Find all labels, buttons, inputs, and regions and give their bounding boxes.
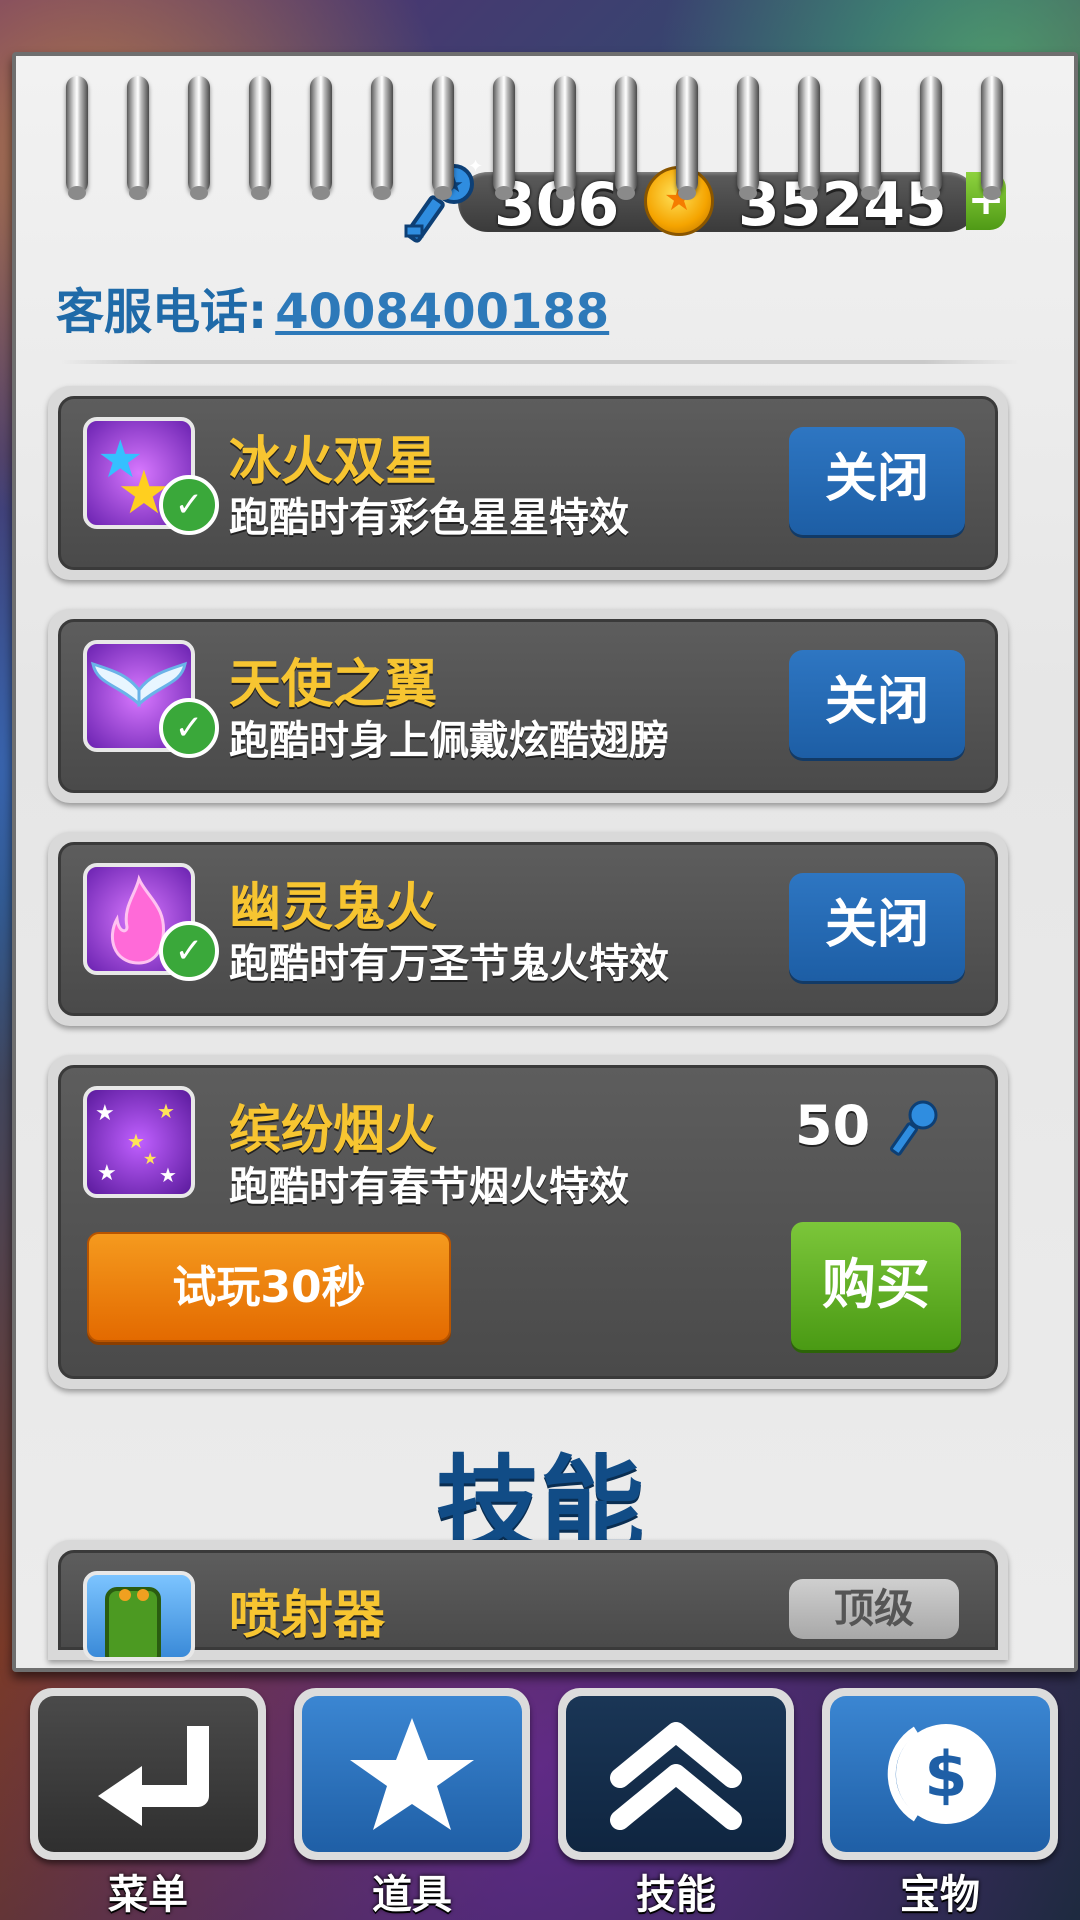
add-coins-button[interactable]: +	[966, 172, 1006, 230]
return-icon	[98, 1726, 209, 1826]
jetpack-icon	[83, 1571, 195, 1661]
svg-text:★: ★	[444, 173, 464, 198]
effect-description: 跑酷时身上佩戴炫酷翅膀	[229, 718, 669, 764]
nav-treasure-label: 宝物	[900, 1872, 980, 1918]
effect-card: ✓ 幽灵鬼火 跑酷时有万圣节鬼火特效 关闭	[48, 832, 1008, 1026]
svg-text:✦: ✦	[468, 160, 483, 177]
price-value: 50	[795, 1094, 871, 1157]
key-icon: ★ ✦	[404, 160, 483, 243]
nav-menu-label: 菜单	[108, 1872, 188, 1918]
effect-name: 冰火双星	[229, 432, 438, 492]
disable-effect-button[interactable]: 关闭	[789, 873, 965, 981]
coin-icon	[644, 166, 714, 236]
disable-effect-button[interactable]: 关闭	[789, 650, 965, 758]
effect-card: ✓ 天使之翼 跑酷时身上佩戴炫酷翅膀 关闭	[48, 609, 1008, 803]
star-icon	[350, 1718, 474, 1830]
nav-menu-button[interactable]	[30, 1688, 266, 1860]
skill-level-badge: 顶级	[789, 1579, 959, 1639]
chevron-up-icon	[610, 1722, 742, 1830]
buy-button[interactable]: 购买	[791, 1222, 961, 1350]
svg-text:★: ★	[159, 1163, 177, 1187]
svg-text:★: ★	[157, 1099, 175, 1123]
nav-treasure-button[interactable]: $	[822, 1688, 1058, 1860]
svg-text:★: ★	[97, 1161, 117, 1186]
currency-bar: ★ ✦ 306 35245 +	[404, 160, 1006, 243]
effect-name: 天使之翼	[229, 655, 438, 715]
effect-description: 跑酷时有春节烟火特效	[229, 1164, 629, 1210]
price: 50	[795, 1094, 941, 1159]
nav-skills-label: 技能	[636, 1872, 716, 1918]
effect-card: ★ ★ ★ ★ ★ ★ 缤纷烟火 跑酷时有春节烟火特效 50 试玩30秒 购买	[48, 1055, 1008, 1389]
svg-text:★: ★	[95, 1101, 115, 1126]
svg-text:★: ★	[143, 1149, 157, 1168]
effect-card: ★ ★ ✓ 冰火双星 跑酷时有彩色星星特效 关闭	[48, 386, 1008, 580]
dollar-icon: $	[887, 1724, 996, 1824]
svg-text:$: $	[924, 1738, 967, 1811]
customer-service-hotline: 客服电话: 4008400188	[56, 272, 609, 342]
skill-card: 喷射器 顶级	[48, 1540, 1008, 1661]
keys-count: 306	[494, 170, 620, 240]
nav-skills-button[interactable]	[558, 1688, 794, 1860]
owned-check-icon: ✓	[159, 921, 219, 981]
effect-name: 幽灵鬼火	[229, 878, 438, 938]
key-icon	[890, 1100, 938, 1157]
nav-items-button[interactable]	[294, 1688, 530, 1860]
effect-name: 缤纷烟火	[229, 1101, 438, 1161]
skill-name: 喷射器	[229, 1586, 386, 1646]
hotline-number-link[interactable]: 4008400188	[275, 284, 609, 340]
owned-check-icon: ✓	[159, 475, 219, 535]
coins-count: 35245	[738, 170, 947, 240]
disable-effect-button[interactable]: 关闭	[789, 427, 965, 535]
effect-description: 跑酷时有万圣节鬼火特效	[229, 941, 669, 987]
nav-items-label: 道具	[372, 1872, 452, 1918]
hotline-label: 客服电话:	[56, 284, 268, 340]
fireworks-icon: ★ ★ ★ ★ ★ ★	[83, 1086, 195, 1198]
owned-check-icon: ✓	[159, 698, 219, 758]
divider	[60, 360, 1020, 364]
trial-button[interactable]: 试玩30秒	[87, 1232, 451, 1342]
effect-description: 跑酷时有彩色星星特效	[229, 495, 629, 541]
